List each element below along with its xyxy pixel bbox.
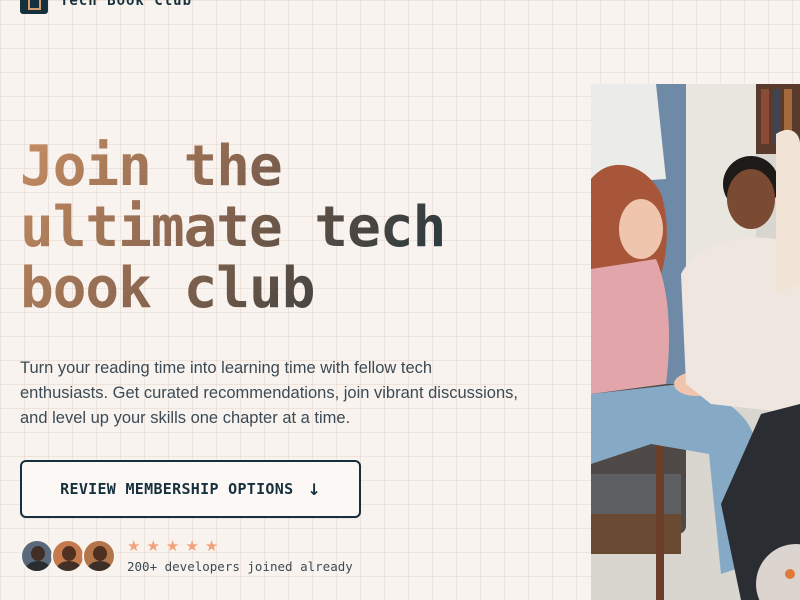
star-icon: ★: [204, 537, 219, 555]
hero-title-line: ultimate tech: [20, 195, 446, 260]
rating-stars: ★ ★ ★ ★ ★: [127, 537, 353, 555]
arrow-down-icon: ↓: [307, 479, 321, 499]
social-proof: ★ ★ ★ ★ ★ 200+ developers joined already: [20, 538, 353, 574]
star-icon: ★: [127, 537, 141, 555]
avatar: [82, 539, 116, 573]
review-membership-button[interactable]: REVIEW MEMBERSHIP OPTIONS ↓: [20, 460, 361, 518]
hero-subtitle: Turn your reading time into learning tim…: [20, 359, 518, 427]
social-proof-caption: 200+ developers joined already: [127, 558, 353, 574]
star-icon: ★: [146, 537, 160, 555]
review-membership-label: REVIEW MEMBERSHIP OPTIONS: [60, 480, 294, 498]
star-icon: ★: [185, 537, 199, 555]
hero-title: Join the ultimate tech book club: [20, 136, 560, 319]
brand-name: Tech Book Club: [60, 0, 193, 9]
hero-photo: [591, 84, 800, 600]
hero-title-line: Join the: [20, 134, 282, 199]
hero-title-line: book club: [20, 256, 315, 321]
star-icon: ★: [165, 537, 180, 555]
avatar: [20, 539, 54, 573]
book-logo-icon: [20, 0, 48, 14]
brand[interactable]: Tech Book Club: [20, 0, 192, 14]
avatar: [51, 539, 85, 573]
avatar-group: [20, 539, 116, 573]
